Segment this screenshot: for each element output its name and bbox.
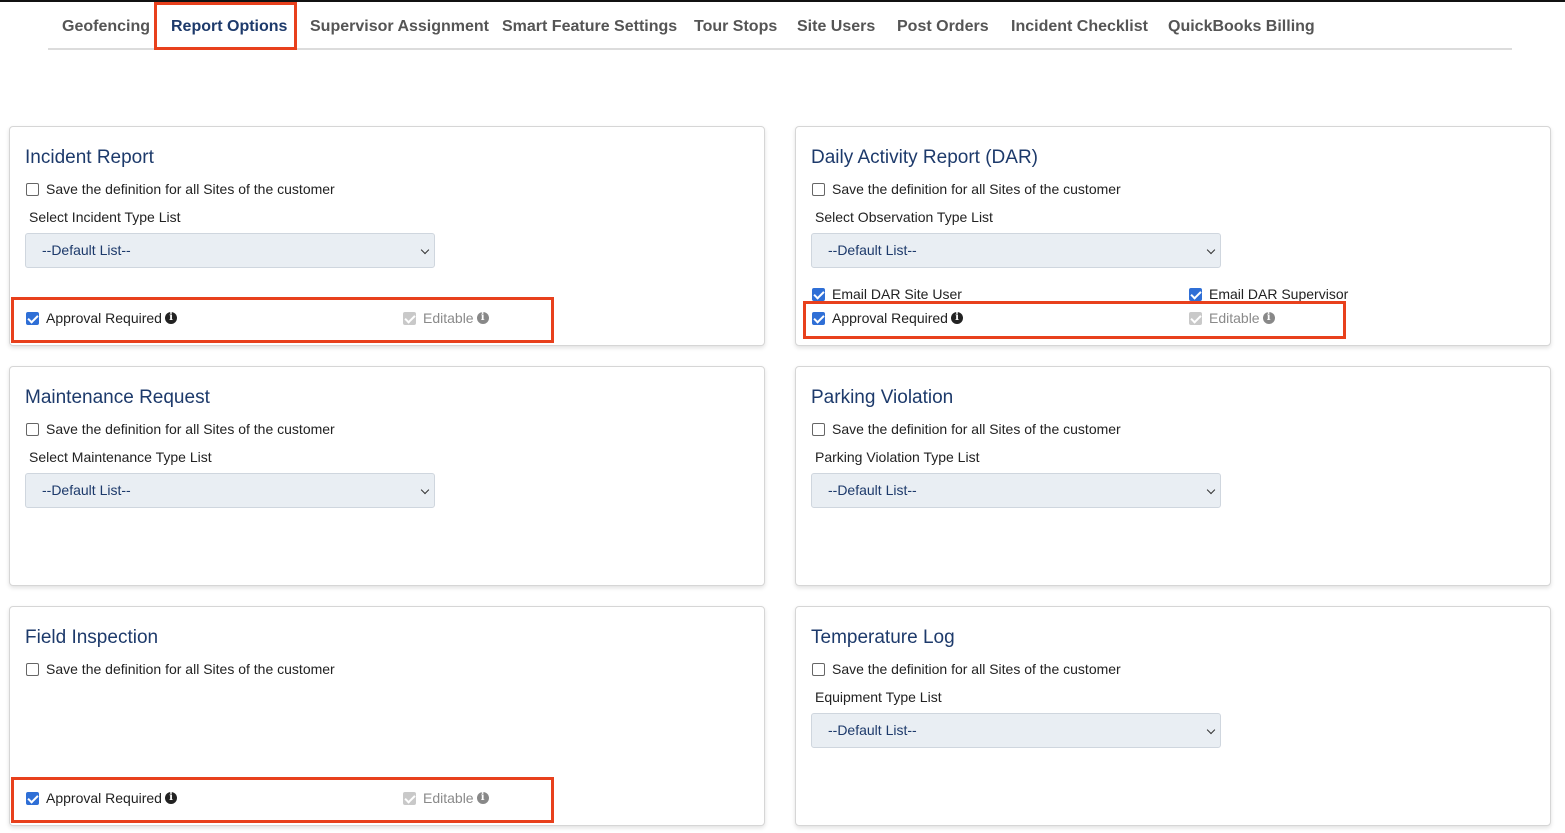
info-icon[interactable]: i [1262, 312, 1275, 324]
select-value: --Default List-- [828, 722, 917, 738]
card-title: Maintenance Request [25, 387, 210, 408]
tab-report-options[interactable]: Report Options [171, 2, 287, 48]
checkbox-box[interactable] [26, 422, 39, 436]
equipment-type-select[interactable]: --Default List-- [811, 713, 1221, 748]
checkbox-label: Save the definition for all Sites of the… [46, 421, 335, 437]
select-value: --Default List-- [828, 482, 917, 498]
incident-report-card: Incident Report Save the definition for … [9, 126, 765, 346]
checkbox-box[interactable] [26, 311, 39, 325]
save-all-sites-checkbox[interactable]: Save the definition for all Sites of the… [812, 661, 1121, 677]
checkbox-box [1189, 311, 1202, 325]
email-dar-site-user-checkbox[interactable]: Email DAR Site User [812, 286, 962, 302]
checkbox-box[interactable] [1189, 287, 1202, 301]
approval-required-checkbox[interactable]: Approval Required i [812, 310, 963, 326]
info-icon[interactable]: i [164, 792, 177, 804]
tab-quickbooks-billing[interactable]: QuickBooks Billing [1168, 2, 1315, 48]
checkbox-box[interactable] [812, 182, 825, 196]
maintenance-request-card: Maintenance Request Save the definition … [9, 366, 765, 586]
select-label: Equipment Type List [815, 689, 942, 705]
checkbox-label: Editable [423, 310, 474, 326]
save-all-sites-checkbox[interactable]: Save the definition for all Sites of the… [812, 181, 1121, 197]
info-icon[interactable]: i [476, 792, 489, 804]
select-value: --Default List-- [42, 242, 131, 258]
card-title: Parking Violation [811, 387, 954, 408]
tab-supervisor-assignment[interactable]: Supervisor Assignment [310, 2, 489, 48]
select-label: Select Incident Type List [29, 209, 181, 225]
info-icon[interactable]: i [164, 312, 177, 324]
observation-type-select[interactable]: --Default List-- [811, 233, 1221, 268]
card-title: Daily Activity Report (DAR) [811, 147, 1038, 168]
checkbox-label: Save the definition for all Sites of the… [46, 661, 335, 677]
checkbox-box [403, 791, 416, 805]
approval-required-checkbox[interactable]: Approval Required i [26, 310, 177, 326]
checkbox-label: Approval Required [832, 310, 948, 326]
checkbox-label: Email DAR Supervisor [1209, 286, 1349, 302]
checkbox-box[interactable] [812, 422, 825, 436]
editable-checkbox: Editable i [1189, 310, 1275, 326]
save-all-sites-checkbox[interactable]: Save the definition for all Sites of the… [26, 661, 335, 677]
card-title: Temperature Log [811, 627, 955, 648]
editable-checkbox: Editable i [403, 790, 489, 806]
tab-site-users[interactable]: Site Users [797, 2, 875, 48]
select-label: Select Maintenance Type List [29, 449, 212, 465]
checkbox-box[interactable] [26, 791, 39, 805]
checkbox-label: Save the definition for all Sites of the… [832, 181, 1121, 197]
checkbox-box [403, 311, 416, 325]
checkbox-label: Email DAR Site User [832, 286, 962, 302]
checkbox-label: Save the definition for all Sites of the… [832, 661, 1121, 677]
tab-geofencing[interactable]: Geofencing [62, 2, 150, 48]
checkbox-label: Editable [1209, 310, 1260, 326]
incident-type-select[interactable]: --Default List-- [25, 233, 435, 268]
parking-violation-card: Parking Violation Save the definition fo… [795, 366, 1551, 586]
checkbox-label: Editable [423, 790, 474, 806]
dar-card: Daily Activity Report (DAR) Save the def… [795, 126, 1551, 346]
tab-incident-checklist[interactable]: Incident Checklist [1011, 2, 1148, 48]
tab-bar: Geofencing Report Options Supervisor Ass… [48, 2, 1512, 50]
select-value: --Default List-- [42, 482, 131, 498]
checkbox-label: Save the definition for all Sites of the… [46, 181, 335, 197]
select-label: Select Observation Type List [815, 209, 993, 225]
tab-post-orders[interactable]: Post Orders [897, 2, 989, 48]
save-all-sites-checkbox[interactable]: Save the definition for all Sites of the… [812, 421, 1121, 437]
checkbox-box[interactable] [26, 662, 39, 676]
email-dar-supervisor-checkbox[interactable]: Email DAR Supervisor [1189, 286, 1348, 302]
chevron-down-icon [1206, 485, 1216, 495]
approval-required-checkbox[interactable]: Approval Required i [26, 790, 177, 806]
tab-smart-feature-settings[interactable]: Smart Feature Settings [502, 2, 677, 48]
checkbox-label: Approval Required [46, 310, 162, 326]
card-title: Field Inspection [25, 627, 159, 648]
temperature-log-card: Temperature Log Save the definition for … [795, 606, 1551, 826]
tab-tour-stops[interactable]: Tour Stops [694, 2, 777, 48]
chevron-down-icon [420, 485, 430, 495]
checkbox-label: Save the definition for all Sites of the… [832, 421, 1121, 437]
card-title: Incident Report [25, 147, 154, 168]
info-icon[interactable]: i [950, 312, 963, 324]
chevron-down-icon [420, 245, 430, 255]
checkbox-box[interactable] [26, 182, 39, 196]
select-label: Parking Violation Type List [815, 449, 980, 465]
checkbox-box[interactable] [812, 662, 825, 676]
save-all-sites-checkbox[interactable]: Save the definition for all Sites of the… [26, 421, 335, 437]
checkbox-box[interactable] [812, 287, 825, 301]
checkbox-box[interactable] [812, 311, 825, 325]
field-inspection-card: Field Inspection Save the definition for… [9, 606, 765, 826]
checkbox-label: Approval Required [46, 790, 162, 806]
parking-violation-type-select[interactable]: --Default List-- [811, 473, 1221, 508]
chevron-down-icon [1206, 245, 1216, 255]
info-icon[interactable]: i [476, 312, 489, 324]
chevron-down-icon [1206, 725, 1216, 735]
select-value: --Default List-- [828, 242, 917, 258]
editable-checkbox: Editable i [403, 310, 489, 326]
save-all-sites-checkbox[interactable]: Save the definition for all Sites of the… [26, 181, 335, 197]
maintenance-type-select[interactable]: --Default List-- [25, 473, 435, 508]
